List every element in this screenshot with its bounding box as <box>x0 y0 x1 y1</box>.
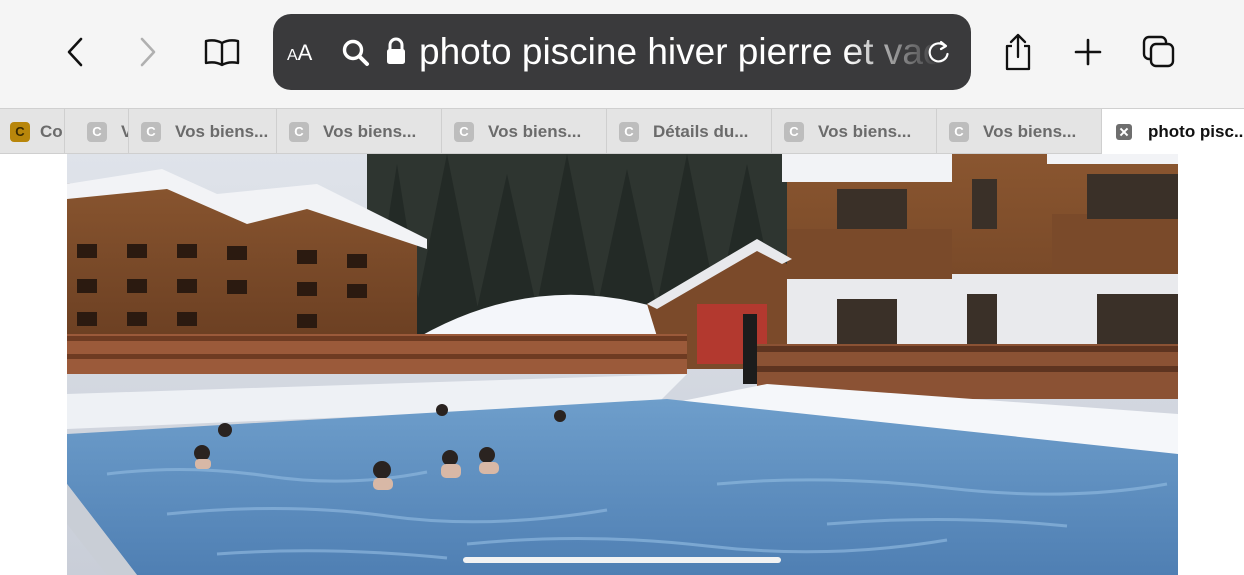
tabs-icon <box>1142 35 1175 68</box>
tab-title: Vos biens... <box>488 121 582 141</box>
tab-3[interactable]: C Vos biens... <box>129 109 277 154</box>
forward-button[interactable] <box>125 30 169 74</box>
favicon-icon: C <box>454 121 474 142</box>
back-button[interactable] <box>54 30 98 74</box>
favicon-icon: C <box>619 121 639 142</box>
browser-toolbar: AA photo piscine hiver pierre et vacance… <box>0 0 1244 108</box>
tab-strip: C Co C V C Vos biens... C Vos biens... C… <box>0 108 1244 154</box>
tab-8[interactable]: C Vos biens... <box>937 109 1102 154</box>
tab-title: Vos biens... <box>323 121 417 141</box>
search-icon <box>341 38 371 73</box>
tab-title: V <box>121 122 128 142</box>
plus-icon <box>1074 38 1102 66</box>
tab-title: Co <box>40 121 63 141</box>
favicon-icon: C <box>289 121 309 142</box>
book-icon <box>204 39 240 67</box>
favicon-icon: C <box>141 121 161 142</box>
share-icon <box>1005 33 1031 71</box>
new-tab-button[interactable] <box>1066 30 1110 74</box>
text-size-button[interactable]: AA <box>287 40 312 66</box>
tab-title: Détails du... <box>653 121 749 141</box>
share-button[interactable] <box>996 30 1040 74</box>
favicon-icon: C <box>949 121 969 142</box>
tab-1[interactable]: C Co <box>0 109 65 154</box>
tab-title: Vos biens... <box>175 121 269 141</box>
chevron-right-icon <box>140 37 156 67</box>
tab-active[interactable]: photo pisc... <box>1102 109 1244 154</box>
home-indicator <box>463 557 781 563</box>
pool-photo <box>67 154 1178 575</box>
tab-6[interactable]: C Détails du... <box>607 109 772 154</box>
tabs-overview-button[interactable] <box>1137 30 1181 74</box>
tab-4[interactable]: C Vos biens... <box>277 109 442 154</box>
chevron-left-icon <box>67 37 83 67</box>
address-bar[interactable]: AA photo piscine hiver pierre et vacance… <box>273 14 971 90</box>
favicon-icon: C <box>784 121 804 142</box>
favicon-icon: C <box>87 121 107 142</box>
tab-5[interactable]: C Vos biens... <box>442 109 607 154</box>
tab-2[interactable]: C V <box>65 109 129 154</box>
close-icon[interactable] <box>1116 123 1132 140</box>
tab-title: Vos biens... <box>818 121 912 141</box>
tab-7[interactable]: C Vos biens... <box>772 109 937 154</box>
lock-icon <box>385 36 407 73</box>
bookmarks-button[interactable] <box>200 30 244 74</box>
tab-title: Vos biens... <box>983 121 1077 141</box>
tab-title: photo pisc... <box>1148 121 1244 141</box>
favicon-icon: C <box>10 121 30 142</box>
reload-icon[interactable] <box>925 38 953 71</box>
url-text: photo piscine hiver pierre et vacances <box>419 31 939 72</box>
